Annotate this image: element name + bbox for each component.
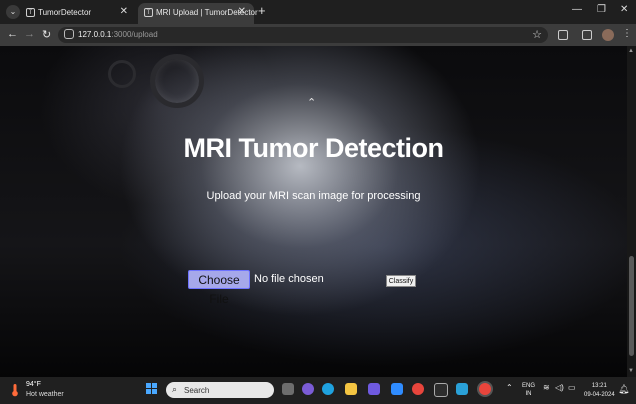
favicon-icon: T — [26, 8, 35, 17]
chrome-active-icon[interactable] — [479, 383, 491, 395]
scrollbar[interactable]: ▲ ▼ — [627, 46, 636, 377]
scrollbar-thumb[interactable] — [629, 256, 634, 356]
close-tab-icon[interactable]: ✕ — [120, 6, 128, 17]
language-indicator[interactable]: ENG IN — [522, 382, 535, 398]
chevron-up-icon[interactable]: ⌃ — [307, 96, 316, 109]
forward-icon[interactable]: → — [24, 28, 35, 40]
page-subtitle: Upload your MRI scan image for processin… — [206, 190, 421, 202]
scanner-background-image — [150, 54, 204, 108]
edge-icon[interactable] — [322, 383, 334, 395]
url-text: 127.0.0.1:3000/upload — [78, 30, 158, 39]
side-panel-icon[interactable] — [582, 30, 592, 40]
weather-condition[interactable]: Hot weather — [26, 391, 64, 398]
wifi-icon[interactable]: ≋ — [543, 383, 550, 392]
app-icon[interactable] — [368, 383, 380, 395]
file-explorer-icon[interactable] — [345, 383, 357, 395]
favicon-icon: T — [144, 8, 153, 17]
battery-icon[interactable]: ▭ — [568, 383, 576, 392]
scroll-up-icon[interactable]: ▲ — [628, 48, 634, 54]
choose-file-button[interactable]: Choose File — [188, 270, 250, 306]
volume-icon[interactable]: ◁) — [555, 383, 564, 392]
taskbar-search[interactable]: ⌕ Search — [166, 382, 274, 398]
page-hero: ⌃ MRI Tumor Detection Upload your MRI sc… — [0, 46, 627, 377]
menu-icon[interactable]: ⋮ — [622, 28, 632, 39]
task-view-icon[interactable] — [282, 383, 294, 395]
address-bar[interactable]: 127.0.0.1:3000/upload ☆ — [58, 27, 548, 43]
terminal-icon[interactable] — [434, 383, 448, 397]
site-info-icon[interactable] — [64, 29, 74, 39]
classify-button[interactable]: Classify — [386, 275, 416, 287]
scanner-background-image — [108, 60, 136, 88]
scroll-down-icon[interactable]: ▼ — [628, 368, 634, 374]
taskbar: 94°F Hot weather ⌕ Search ⌃ ENG IN ≋ ◁) ▭… — [0, 377, 636, 404]
tab-title: TumorDetector — [38, 8, 92, 17]
extensions-icon[interactable] — [558, 30, 568, 40]
close-tab-icon[interactable]: ✕ — [238, 6, 246, 17]
chat-icon[interactable] — [302, 383, 314, 395]
page-title: MRI Tumor Detection — [183, 133, 445, 163]
restore-icon[interactable]: ❐ — [597, 4, 606, 15]
tab-tumordetector[interactable]: T TumorDetector ✕ — [20, 3, 136, 24]
windows-start-icon[interactable] — [146, 383, 158, 395]
new-tab-icon[interactable]: + — [258, 3, 266, 18]
chrome-icon[interactable] — [412, 383, 424, 395]
search-icon: ⌕ — [172, 384, 178, 394]
bookmark-star-icon[interactable]: ☆ — [532, 28, 542, 41]
back-icon[interactable]: ← — [7, 28, 18, 40]
search-placeholder: Search — [184, 386, 210, 395]
clock[interactable]: 13:21 09-04-2024 — [584, 382, 615, 400]
thermometer-icon — [12, 384, 18, 397]
minimize-icon[interactable]: — — [572, 4, 582, 15]
close-window-icon[interactable]: ✕ — [620, 4, 628, 15]
app-icon[interactable] — [456, 383, 468, 395]
file-status-text: No file chosen — [254, 273, 324, 285]
tab-mri-upload[interactable]: T MRI Upload | TumorDetector ✕ — [138, 3, 258, 24]
reload-icon[interactable]: ↻ — [42, 28, 51, 41]
notification-bell-icon[interactable]: 🔔︎ — [618, 384, 629, 395]
weather-temperature[interactable]: 94°F — [26, 381, 41, 388]
chevron-up-icon[interactable]: ⌃ — [506, 383, 513, 392]
tab-search-button[interactable]: ⌄ — [6, 5, 20, 19]
tab-strip: ⌄ T TumorDetector ✕ T MRI Upload | Tumor… — [0, 0, 636, 24]
todo-icon[interactable] — [391, 383, 403, 395]
browser-toolbar: ← → ↻ 127.0.0.1:3000/upload ☆ — [0, 24, 636, 46]
profile-avatar[interactable] — [602, 29, 614, 41]
